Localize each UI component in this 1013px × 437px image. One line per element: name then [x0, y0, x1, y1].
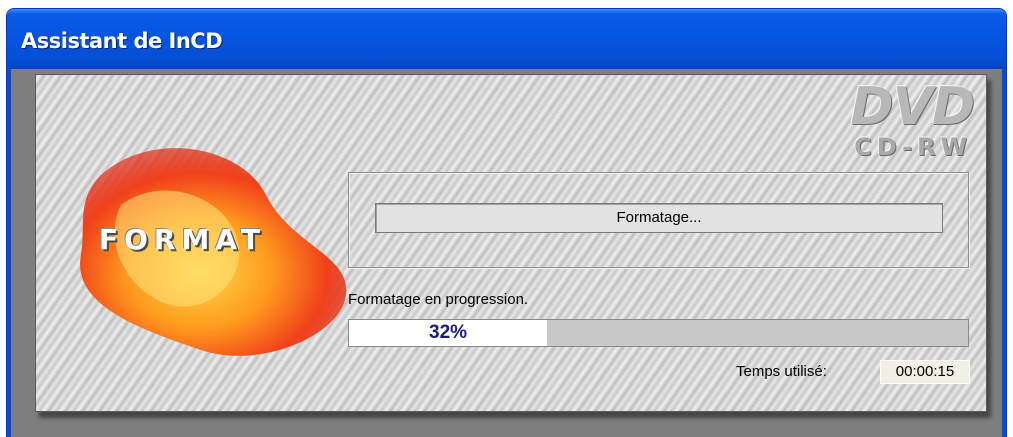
cdrw-logo: CD-RW — [854, 133, 972, 161]
title-bar[interactable]: Assistant de InCD — [7, 9, 1006, 69]
status-message-box: Formatage... — [375, 203, 943, 233]
progress-bar: 32% — [348, 319, 969, 347]
progress-percent-text: 32% — [429, 322, 468, 343]
format-title: FORMAT — [99, 223, 266, 256]
window-title: Assistant de InCD — [21, 29, 223, 53]
elapsed-time-label: Temps utilisé: — [736, 363, 827, 380]
progress-label: Formatage en progression. — [348, 291, 529, 308]
wizard-panel: DVD CD-RW FORMAT Formatage... Formatage … — [35, 74, 987, 412]
elapsed-time-value: 00:00:15 — [880, 360, 970, 384]
dvd-logo: DVD — [850, 77, 975, 137]
